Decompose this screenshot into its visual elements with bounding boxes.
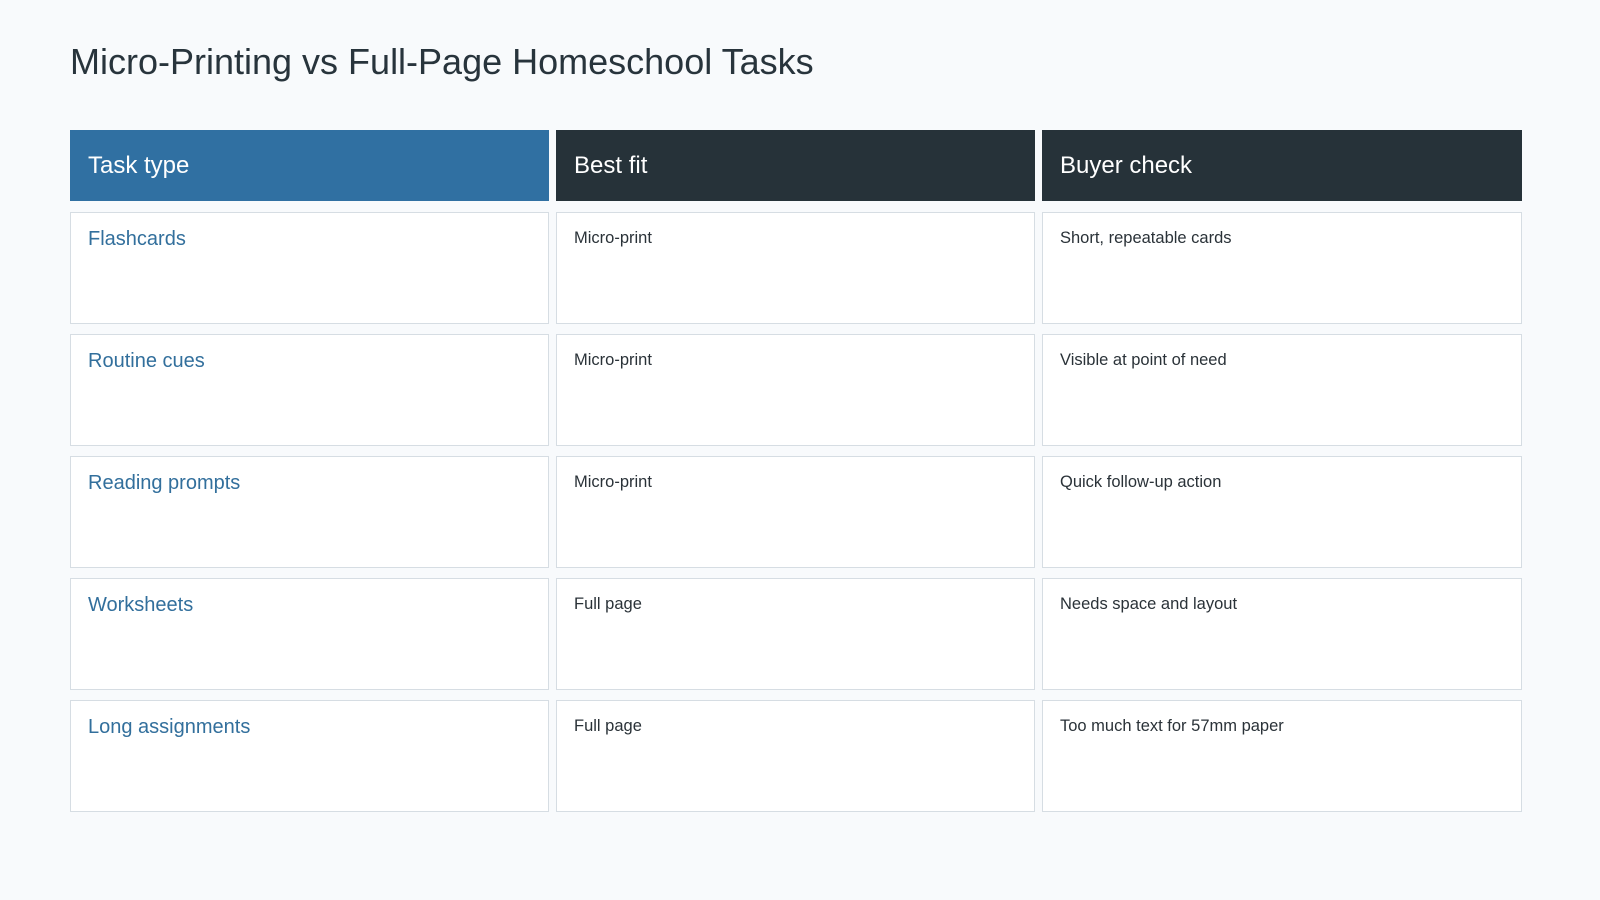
table-cell-best-fit: Full page bbox=[556, 578, 1035, 690]
table-cell-task-type: Worksheets bbox=[70, 578, 549, 690]
header-spacer bbox=[70, 201, 1522, 212]
table-cell-buyer-check: Short, repeatable cards bbox=[1042, 212, 1522, 324]
table-cell-task-type: Reading prompts bbox=[70, 456, 549, 568]
table-cell-task-type: Long assignments bbox=[70, 700, 549, 812]
table-cell-best-fit: Micro-print bbox=[556, 212, 1035, 324]
table-cell-best-fit: Full page bbox=[556, 700, 1035, 812]
header-task-type: Task type bbox=[70, 130, 549, 201]
table-cell-buyer-check: Quick follow-up action bbox=[1042, 456, 1522, 568]
table-cell-buyer-check: Too much text for 57mm paper bbox=[1042, 700, 1522, 812]
table-cell-best-fit: Micro-print bbox=[556, 456, 1035, 568]
page-title: Micro-Printing vs Full-Page Homeschool T… bbox=[70, 41, 814, 82]
table-cell-best-fit: Micro-print bbox=[556, 334, 1035, 446]
table-cell-task-type: Flashcards bbox=[70, 212, 549, 324]
table-cell-buyer-check: Needs space and layout bbox=[1042, 578, 1522, 690]
comparison-table: Task type Best fit Buyer check Flashcard… bbox=[70, 130, 1522, 822]
table-cell-task-type: Routine cues bbox=[70, 334, 549, 446]
header-buyer-check: Buyer check bbox=[1042, 130, 1522, 201]
table-cell-buyer-check: Visible at point of need bbox=[1042, 334, 1522, 446]
header-best-fit: Best fit bbox=[556, 130, 1035, 201]
